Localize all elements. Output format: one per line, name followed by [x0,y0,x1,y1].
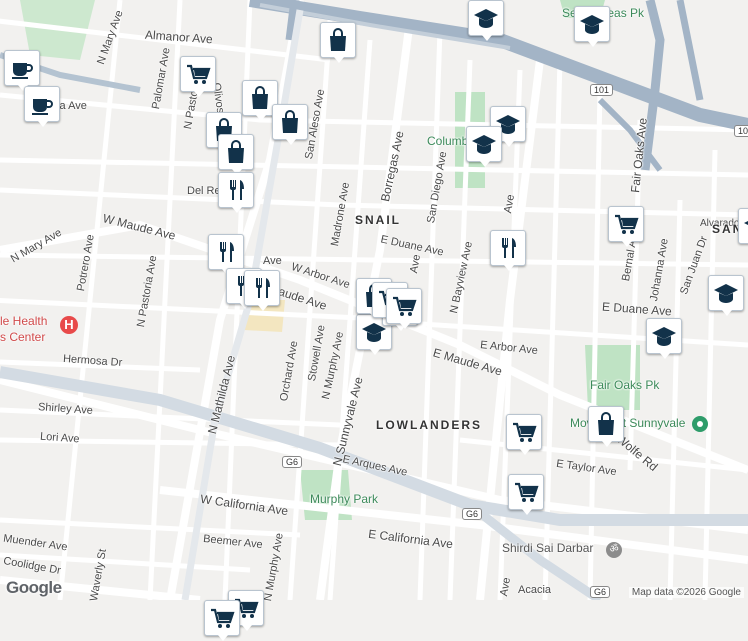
grocery-marker[interactable] [508,474,544,515]
temple-icon[interactable]: ॐ [606,542,622,558]
grocery-marker[interactable] [608,206,644,247]
google-logo: Google [6,578,62,597]
school-marker[interactable] [468,0,504,41]
grocery-marker[interactable] [204,600,240,641]
restaurant-marker[interactable] [208,234,244,275]
shopping-marker[interactable] [272,104,308,145]
highway-shield-us-101: 101 [734,125,748,137]
grocery-marker[interactable] [506,414,542,455]
restaurant-marker[interactable] [490,230,526,271]
grocery-marker[interactable] [386,288,422,329]
school-marker[interactable] [646,318,682,359]
map-attribution[interactable]: Map data ©2026 Google [628,587,744,598]
school-marker[interactable] [708,275,744,316]
restaurant-marker[interactable] [218,172,254,213]
highway-shield-g6: G6 [282,456,303,468]
highway-shield-us-101: 101 [590,84,614,96]
poi-label[interactable]: le Health [0,314,47,328]
restaurant-marker[interactable] [244,270,280,311]
highway-shield-g6: G6 [462,508,483,520]
shopping-marker[interactable] [588,406,624,447]
street-label: Acacia [518,584,552,596]
grocery-marker[interactable] [180,56,216,97]
shopping-marker[interactable] [320,22,356,63]
street-label: Ave [263,255,282,267]
coffee-marker[interactable] [24,86,60,127]
poi-label[interactable]: s Center [0,330,45,344]
school-marker[interactable] [738,208,748,244]
neighborhood-label: SNAIL [355,213,401,227]
neighborhood-label: LOWLANDERS [376,418,482,432]
map-canvas[interactable]: Almanor Ave N Mary Ave Palomar Ave N Pas… [0,0,748,641]
school-marker[interactable] [466,126,502,167]
highway-shield-g6: G6 [590,586,611,598]
shopping-marker[interactable] [218,134,254,175]
school-marker[interactable] [574,6,610,47]
poi-label[interactable]: Shirdi Sai Darbar [502,541,593,555]
poi-label[interactable]: Fair Oaks Pk [590,378,659,392]
poi-label[interactable]: Murphy Park [310,492,378,506]
hospital-icon[interactable]: H [60,316,78,334]
coffee-marker[interactable] [4,50,40,91]
green-place-pin-icon[interactable] [692,416,708,432]
